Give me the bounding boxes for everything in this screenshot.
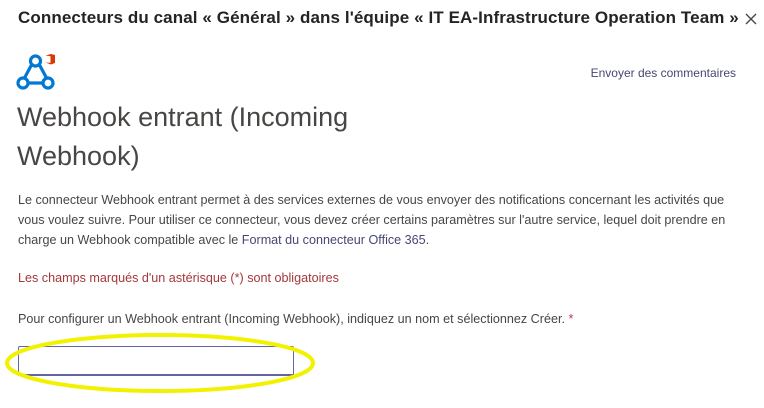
webhook-office-icon xyxy=(16,54,55,90)
office-badge-icon xyxy=(45,54,55,65)
close-icon[interactable] xyxy=(742,10,760,28)
required-fields-note: Les champs marqués d'un astérisque (*) s… xyxy=(18,271,339,285)
required-asterisk: * xyxy=(568,312,574,326)
connector-title: Webhook entrant (Incoming Webhook) xyxy=(17,102,349,171)
feedback-link[interactable]: Envoyer des commentaires xyxy=(591,66,736,80)
webhook-name-label-text: Pour configurer un Webhook entrant (Inco… xyxy=(18,312,569,326)
dialog-title: Connecteurs du canal « Général » dans l'… xyxy=(18,8,739,27)
webhook-name-label: Pour configurer un Webhook entrant (Inco… xyxy=(18,312,573,326)
connector-description: Le connecteur Webhook entrant permet à d… xyxy=(18,190,743,250)
close-button[interactable] xyxy=(742,10,760,28)
webhook-name-input[interactable] xyxy=(18,346,294,376)
office365-format-link[interactable]: Format du connecteur Office 365 xyxy=(242,233,426,247)
description-end: . xyxy=(425,233,430,247)
